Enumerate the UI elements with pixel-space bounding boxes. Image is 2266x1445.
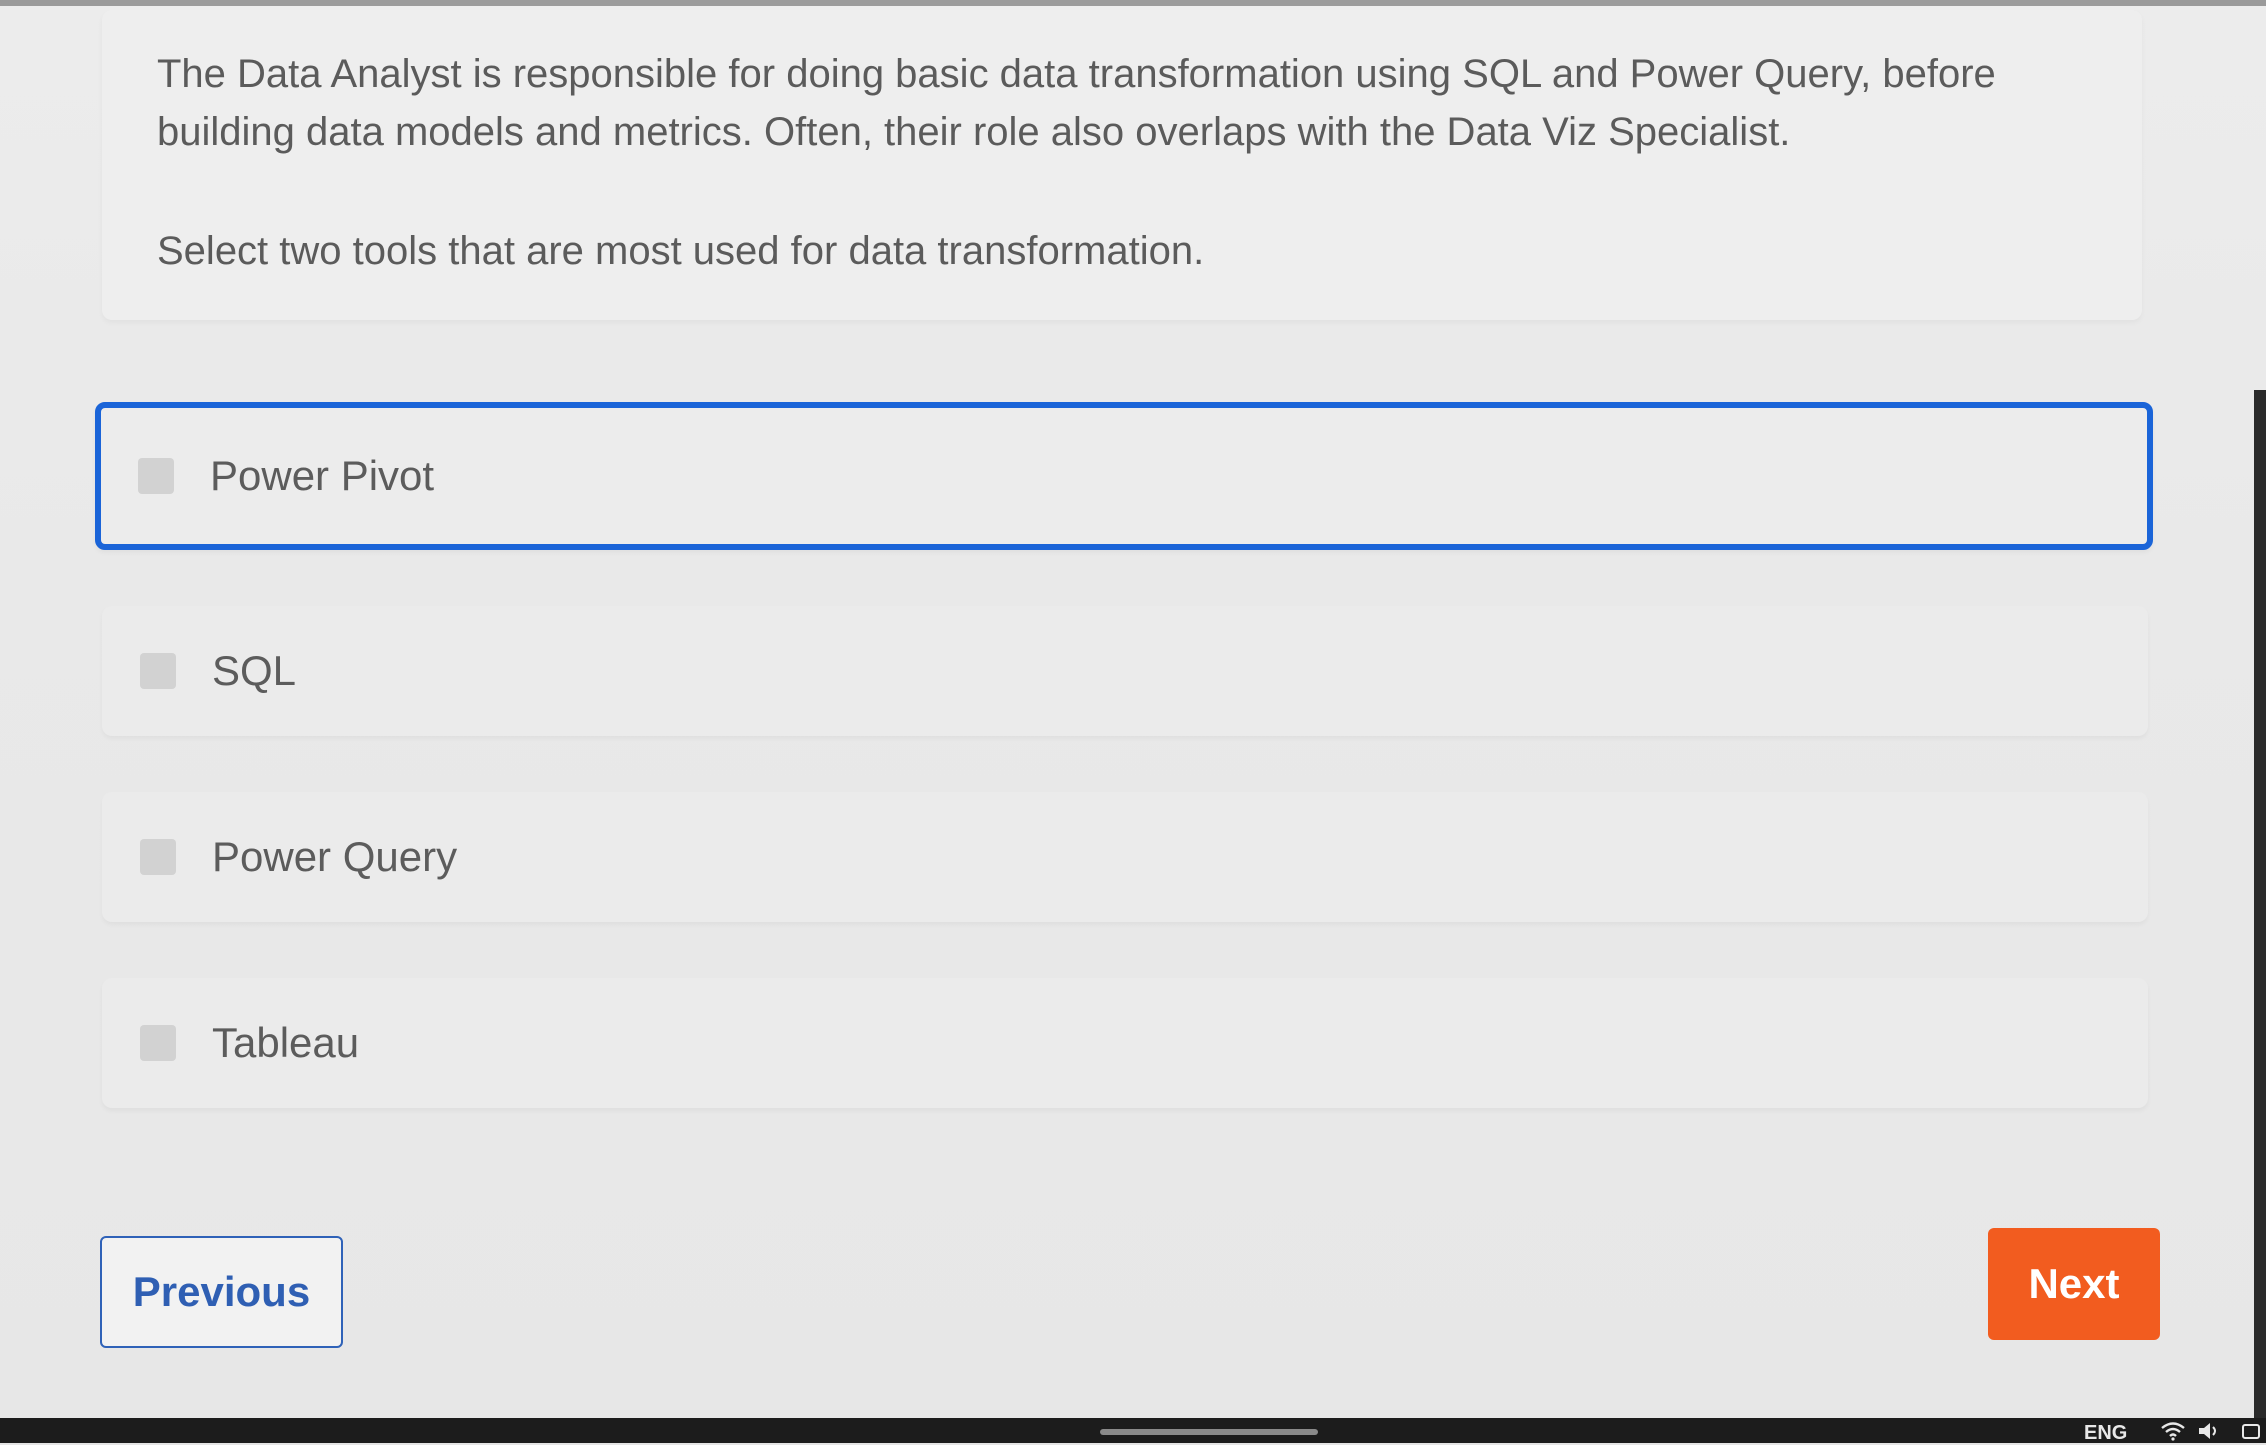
checkbox[interactable]: [140, 1025, 176, 1061]
question-card: The Data Analyst is responsible for doin…: [102, 10, 2142, 320]
quiz-screen: The Data Analyst is responsible for doin…: [0, 0, 2266, 1418]
home-indicator[interactable]: [1100, 1429, 1318, 1435]
option-label: SQL: [212, 647, 297, 694]
question-description: The Data Analyst is responsible for doin…: [157, 52, 1996, 154]
volume-icon[interactable]: [2196, 1421, 2222, 1441]
wifi-icon[interactable]: [2160, 1421, 2186, 1441]
option-sql[interactable]: SQL: [102, 606, 2148, 736]
top-edge: [0, 0, 2266, 6]
checkbox[interactable]: [140, 653, 176, 689]
previous-button[interactable]: Previous: [100, 1236, 343, 1348]
scrollbar[interactable]: [2254, 390, 2266, 1418]
battery-icon[interactable]: [2240, 1421, 2266, 1441]
option-label: Power Query: [212, 833, 458, 880]
question-prompt: Select two tools that are most used for …: [157, 229, 1205, 273]
option-power-pivot[interactable]: Power Pivot: [95, 402, 2153, 550]
language-indicator[interactable]: ENG: [2084, 1422, 2127, 1445]
taskbar: ENG: [0, 1418, 2266, 1445]
option-power-query[interactable]: Power Query: [102, 792, 2148, 922]
next-button[interactable]: Next: [1988, 1228, 2160, 1340]
checkbox[interactable]: [140, 839, 176, 875]
checkbox[interactable]: [138, 458, 174, 494]
option-label: Power Pivot: [210, 452, 435, 499]
option-tableau[interactable]: Tableau: [102, 978, 2148, 1108]
option-label: Tableau: [212, 1019, 360, 1066]
